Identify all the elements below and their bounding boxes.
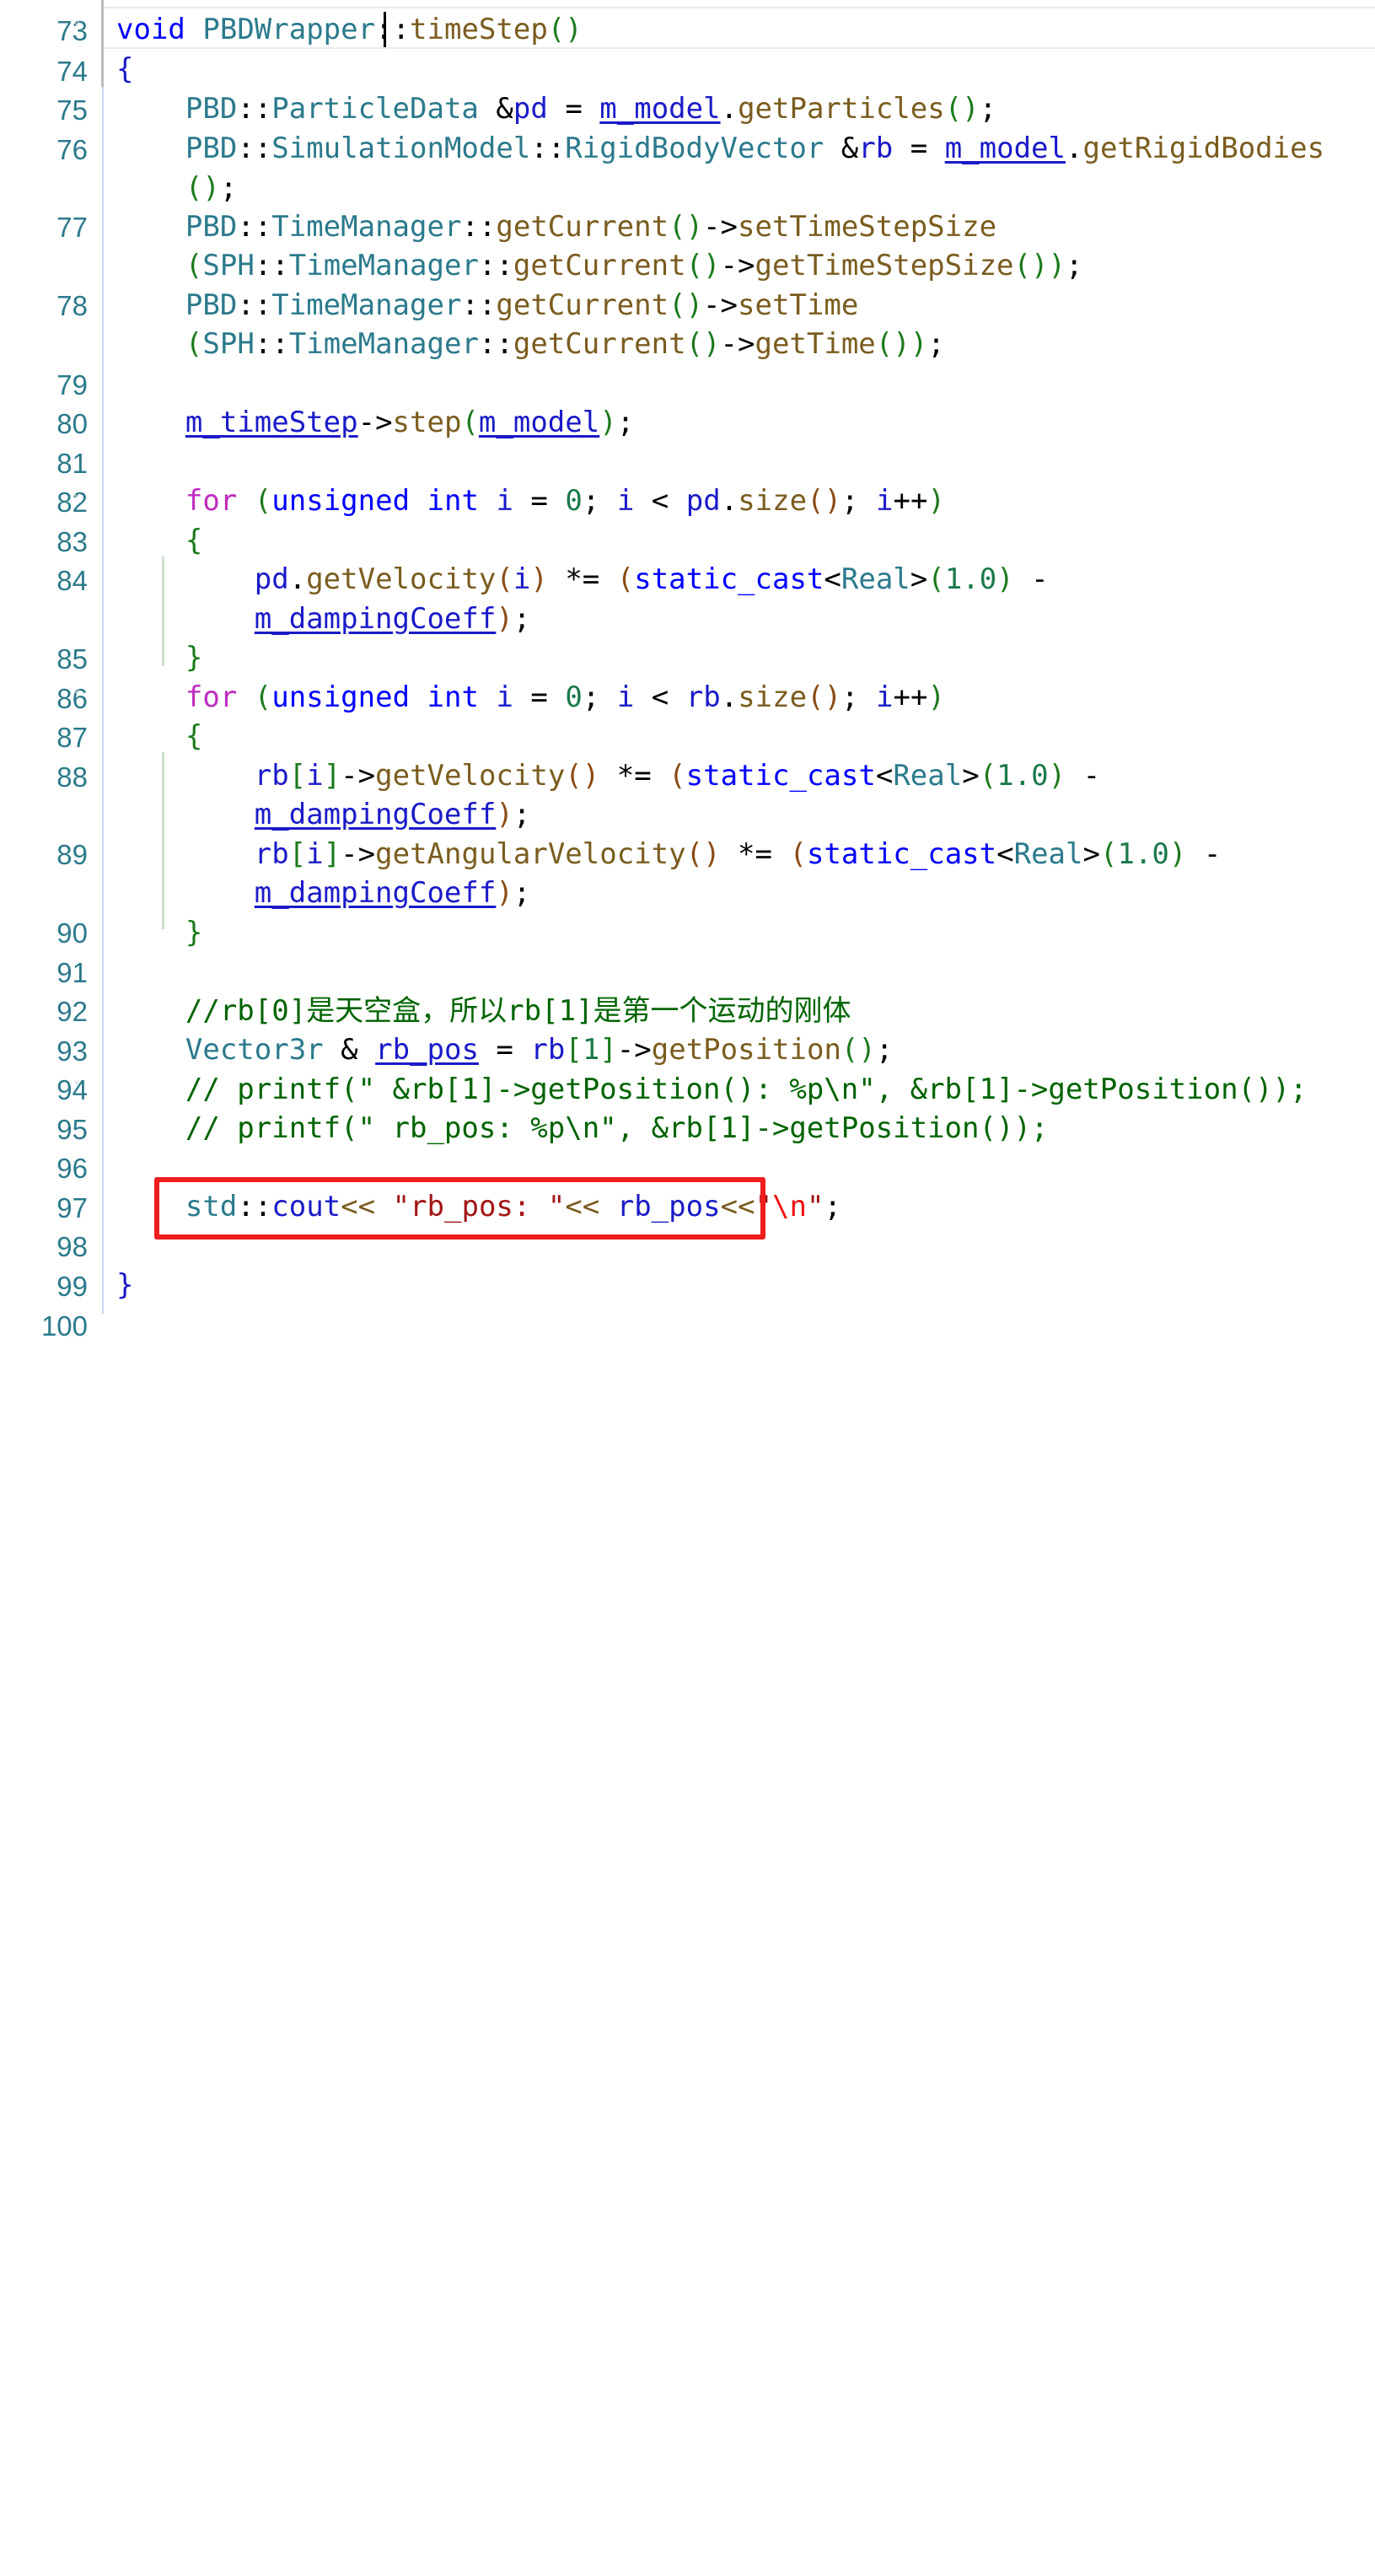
code-line-76[interactable]: PBD::SimulationModel::RigidBodyVector &r… [101,129,1375,169]
code-line-text: (); [185,171,238,205]
text-cursor [384,12,386,47]
line-number: 97 [56,1192,88,1223]
code-line-78[interactable]: PBD::TimeManager::getCurrent()->setTime [101,286,1375,325]
line-number: 74 [56,56,88,87]
fold-chevron-icon[interactable]: ˅ [66,686,88,708]
line-number: 87 [56,722,88,753]
code-line-99[interactable]: } [101,1266,1375,1305]
code-line-text: rb[i]->getVelocity() *= (static_cast<Rea… [254,759,1101,793]
code-editor[interactable]: 73 74 75 76 77 78 79 80 81 82 83 84 85 8… [0,0,1375,1502]
code-line-84[interactable]: pd.getVelocity(i) *= (static_cast<Real>(… [101,560,1375,600]
code-line-74[interactable]: { [101,50,1375,89]
code-line-89[interactable]: rb[i]->getAngularVelocity() *= (static_c… [101,835,1375,874]
line-number: 79 [56,369,88,401]
code-line-86[interactable]: for (unsigned int i = 0; i < rb.size(); … [101,678,1375,718]
code-line-text: PBD::SimulationModel::RigidBodyVector &r… [185,132,1325,165]
line-number: 100 [40,1310,88,1342]
code-line-text: std::cout<< "rb_pos: "<< rb_pos<<"\n"; [185,1190,841,1223]
code-line-text: // printf(" rb_pos: %p\n", &rb[1]->getPo… [185,1111,1049,1145]
code-line-text: } [185,916,203,949]
code-line-text: PBD::TimeManager::getCurrent()->setTimeS… [185,210,997,244]
code-line-85[interactable]: } [101,638,1375,678]
code-line-text: { [116,52,134,86]
code-line-text: Vector3r & rb_pos = rb[1]->getPosition()… [185,1033,894,1067]
code-line-100[interactable] [101,1305,1375,1345]
line-number: 84 [56,565,88,596]
code-line-84-wrap[interactable]: m_dampingCoeff); [101,600,1375,639]
code-line-text: (SPH::TimeManager::getCurrent()->getTime… [185,249,1083,282]
code-line-76-wrap[interactable]: (); [101,169,1375,208]
code-line-79[interactable] [101,364,1375,404]
code-line-95[interactable]: // printf(" rb_pos: %p\n", &rb[1]->getPo… [101,1109,1375,1148]
line-number: 80 [56,408,88,439]
code-line-text: m_dampingCoeff); [254,876,531,910]
code-line-83[interactable]: { [101,521,1375,561]
line-number: 92 [56,996,88,1027]
code-line-77-wrap[interactable]: (SPH::TimeManager::getCurrent()->getTime… [101,246,1375,286]
line-number: 98 [56,1231,88,1262]
line-number: 93 [56,1035,88,1067]
line-number: 83 [56,526,88,557]
code-line-text: //rb[0]是天空盒，所以rb[1]是第一个运动的刚体 [185,994,851,1028]
code-line-89-wrap[interactable]: m_dampingCoeff); [101,874,1375,913]
code-line-text: (SPH::TimeManager::getCurrent()->getTime… [185,327,945,361]
line-number: 81 [56,448,88,479]
line-number: 90 [56,917,88,949]
code-line-88-wrap[interactable]: m_dampingCoeff); [101,795,1375,835]
line-number: 85 [56,643,88,675]
code-line-text: { [185,719,203,753]
code-line-text: rb[i]->getAngularVelocity() *= (static_c… [254,837,1222,871]
line-number: 76 [56,134,88,165]
code-line-text: for (unsigned int i = 0; i < pd.size(); … [185,484,945,518]
code-line-87[interactable]: { [101,717,1375,756]
code-line-90[interactable]: } [101,913,1375,953]
line-number: 96 [56,1153,88,1184]
line-number: 91 [56,957,88,988]
line-number-gutter[interactable]: 73 74 75 76 77 78 79 80 81 82 83 84 85 8… [0,0,101,1502]
line-number: 99 [56,1271,88,1302]
code-line-82[interactable]: for (unsigned int i = 0; i < pd.size(); … [101,481,1375,521]
code-line-text: PBD::TimeManager::getCurrent()->setTime [185,288,859,322]
code-line-text: { [185,524,203,557]
code-line-92[interactable]: //rb[0]是天空盒，所以rb[1]是第一个运动的刚体 [101,992,1375,1031]
code-line-text: pd.getVelocity(i) *= (static_cast<Real>(… [254,562,1049,596]
fold-chevron-icon[interactable]: ˅ [66,19,88,40]
code-line-78-wrap[interactable]: (SPH::TimeManager::getCurrent()->getTime… [101,325,1375,364]
line-number: 95 [56,1114,88,1145]
code-line-88[interactable]: rb[i]->getVelocity() *= (static_cast<Rea… [101,756,1375,796]
code-line-97[interactable]: std::cout<< "rb_pos: "<< rb_pos<<"\n"; [101,1187,1375,1227]
code-line-text: m_dampingCoeff); [254,798,531,831]
fold-chevron-icon[interactable]: ˅ [66,1078,88,1100]
code-line-93[interactable]: Vector3r & rb_pos = rb[1]->getPosition()… [101,1030,1375,1070]
code-line-text: for (unsigned int i = 0; i < rb.size(); … [185,680,945,714]
fold-chevron-icon[interactable]: ˅ [66,491,88,513]
line-number: 78 [56,290,88,321]
code-line-75[interactable]: PBD::ParticleData &pd = m_model.getParti… [101,89,1375,129]
code-line-77[interactable]: PBD::TimeManager::getCurrent()->setTimeS… [101,207,1375,247]
code-line-text: void PBDWrapper::timeStep() [116,13,583,46]
code-line-98[interactable] [101,1227,1375,1266]
code-line-text: m_timeStep->step(m_model); [185,406,635,439]
code-line-text: } [116,1268,134,1302]
code-line-text: PBD::ParticleData &pd = m_model.getParti… [185,92,997,126]
code-line-96[interactable] [101,1148,1375,1188]
line-number: 75 [56,94,88,126]
code-line-80[interactable]: m_timeStep->step(m_model); [101,403,1375,443]
code-line-91[interactable] [101,952,1375,992]
line-number: 88 [56,761,88,793]
code-line-94[interactable]: // printf(" &rb[1]->getPosition(): %p\n"… [101,1070,1375,1110]
code-line-81[interactable] [101,443,1375,482]
code-content[interactable]: void PBDWrapper::timeStep() { PBD::Parti… [101,0,1375,1502]
code-line-text: // printf(" &rb[1]->getPosition(): %p\n"… [185,1073,1308,1106]
code-line-73[interactable]: void PBDWrapper::timeStep() [101,10,1375,50]
code-line-text: } [185,641,203,675]
code-line-text: m_dampingCoeff); [254,602,531,636]
line-number: 77 [56,212,88,243]
line-number: 89 [56,839,88,870]
